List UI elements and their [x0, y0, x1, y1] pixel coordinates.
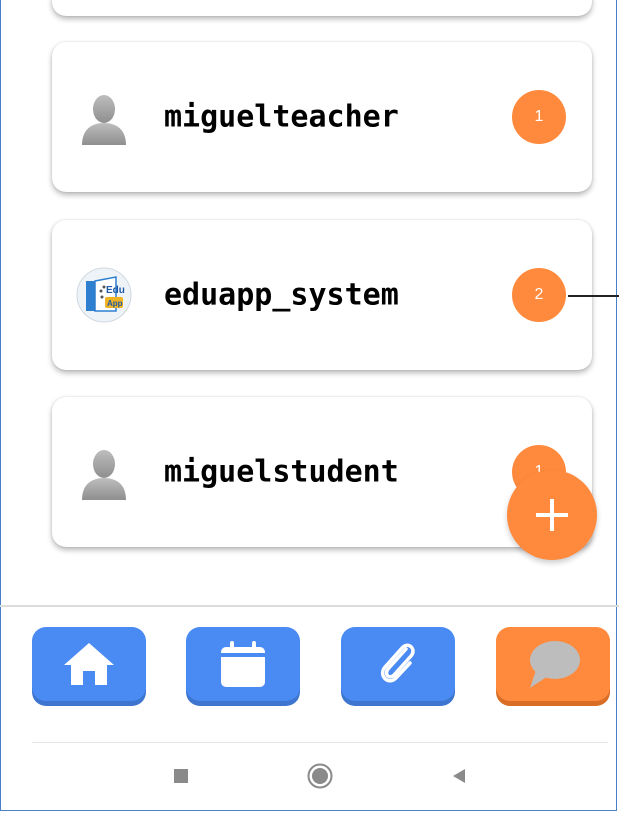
logo-text-edu: Edu: [106, 285, 125, 296]
user-silhouette-icon: [82, 450, 126, 500]
home-icon: [64, 643, 114, 685]
chat-card-partial[interactable]: [52, 0, 592, 16]
annotation-pointer-line: [568, 295, 619, 297]
chat-bubble-icon: [530, 641, 580, 688]
unread-badge: 1: [512, 90, 566, 144]
logo-text-app: App: [107, 299, 123, 308]
calendar-icon: [221, 641, 265, 687]
chat-name: miguelstudent: [164, 454, 399, 490]
chat-card-miguelteacher[interactable]: miguelteacher 1: [52, 42, 592, 192]
back-icon[interactable]: [451, 768, 467, 784]
paperclip-icon: [380, 643, 415, 683]
system-bar-divider: [32, 742, 608, 743]
chat-card-eduapp-system[interactable]: Edu App eduapp_system 2: [52, 220, 592, 370]
nav-attachments-button[interactable]: [341, 627, 455, 701]
home-circle-icon[interactable]: [307, 763, 333, 789]
chat-name: eduapp_system: [164, 277, 399, 313]
chat-name: miguelteacher: [164, 99, 399, 135]
unread-badge: 2: [512, 268, 566, 322]
plus-icon: [536, 499, 568, 531]
bottom-nav-divider: [0, 605, 619, 607]
nav-home-button[interactable]: [32, 627, 146, 701]
recents-icon[interactable]: [174, 769, 188, 783]
eduapp-logo: Edu App: [76, 267, 132, 323]
nav-chat-button[interactable]: [496, 627, 610, 701]
user-silhouette-icon: [82, 95, 126, 145]
nav-calendar-button[interactable]: [186, 627, 300, 701]
add-chat-button[interactable]: [507, 470, 597, 560]
